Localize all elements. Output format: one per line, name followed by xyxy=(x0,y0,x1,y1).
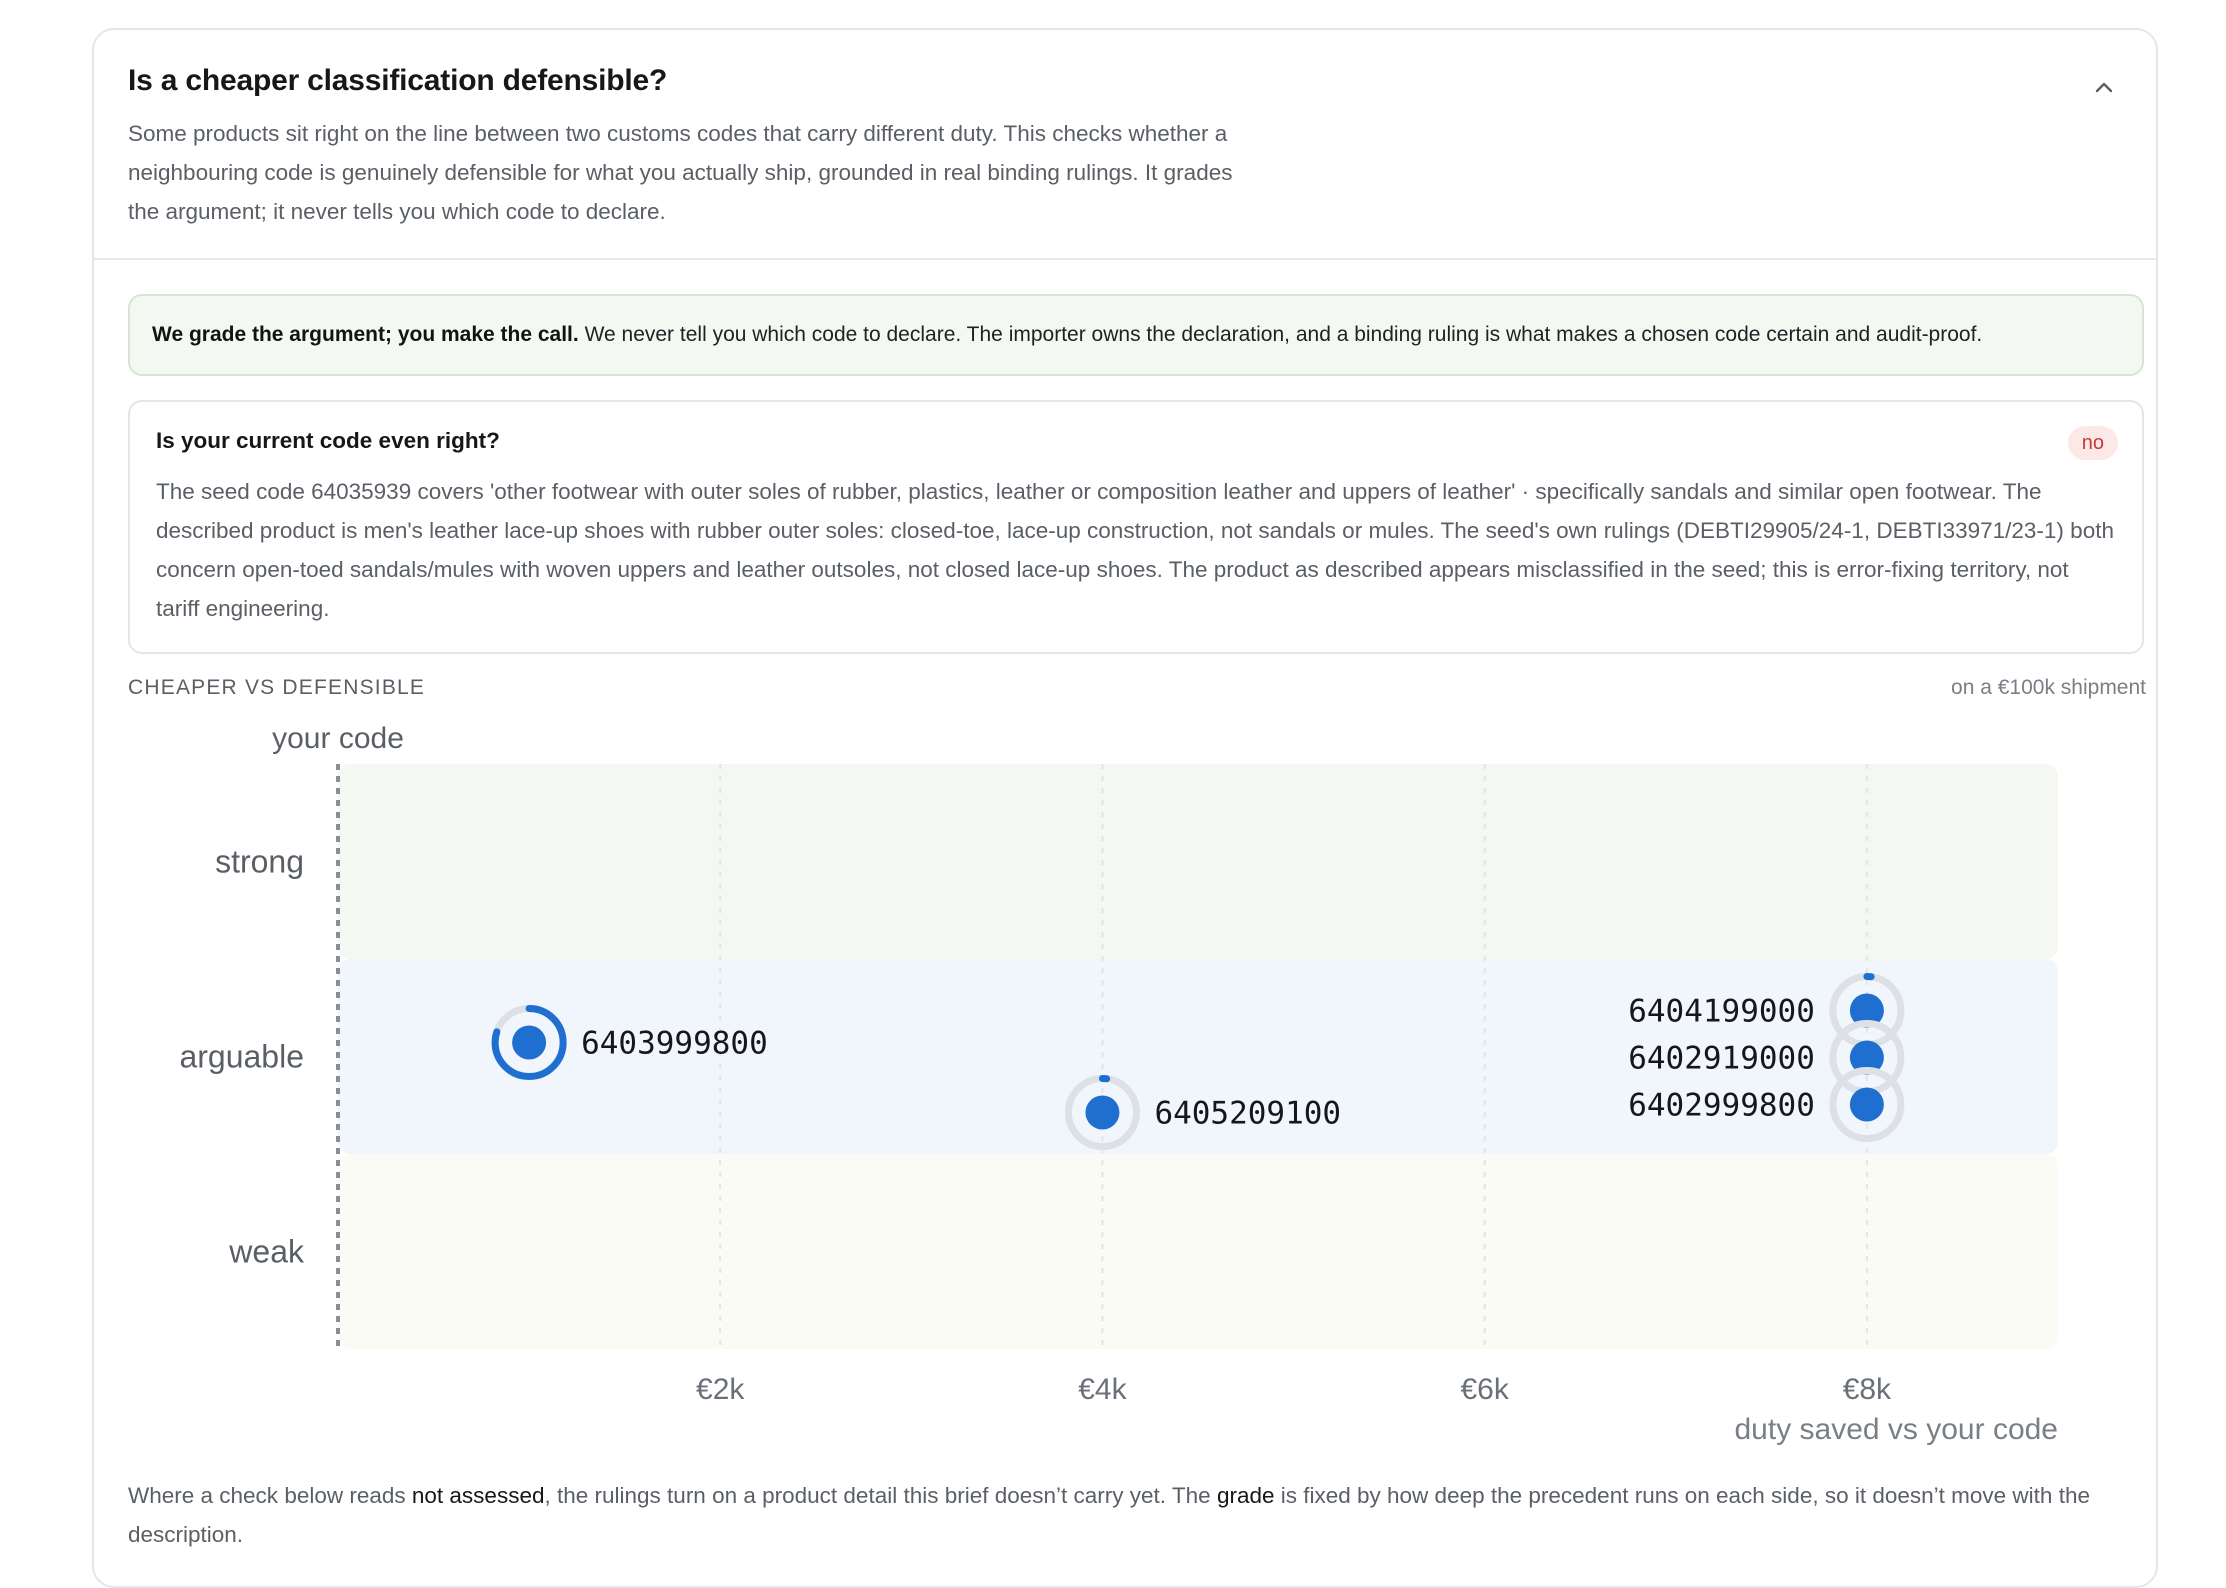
cheaper-vs-defensible-chart: strong arguable weak €2k €4k €6k €8k your code d… xyxy=(179,722,2058,1446)
verdict-title: Is your current code even right? xyxy=(156,428,500,453)
x-tick-label: €8k xyxy=(1843,1373,1892,1406)
point-label-6404199000: 6404199000 xyxy=(1628,994,1815,1030)
chart-section-label: CHEAPER VS DEFENSIBLE xyxy=(128,676,426,699)
x-axis-label: duty saved vs your code xyxy=(1734,1413,2058,1446)
chevron-up-icon[interactable] xyxy=(2086,70,2122,106)
footer-explanation: Where a check below reads not assessed, … xyxy=(128,1476,2128,1554)
footer-part-2: , the rulings turn on a product detail t… xyxy=(544,1483,1217,1508)
chart-section-note: on a €100k shipment xyxy=(1951,676,2146,699)
point-label-6405209100: 6405209100 xyxy=(1154,1096,1341,1132)
point-6405209100 xyxy=(1085,1095,1120,1130)
card-title: Is a cheaper classification defensible? xyxy=(128,64,668,97)
point-label-6402999800: 6402999800 xyxy=(1628,1088,1815,1124)
status-badge: no xyxy=(2067,426,2118,460)
notice-bold: We grade the argument; you make the call… xyxy=(152,323,579,346)
your-code-label: your code xyxy=(272,722,404,755)
current-code-verdict: Is your current code even right? no The … xyxy=(128,400,2144,654)
band-strong xyxy=(338,764,2058,959)
notice-text: We never tell you which code to declare.… xyxy=(578,323,1983,346)
band-label-arguable: arguable xyxy=(179,1039,304,1075)
card-header[interactable]: Is a cheaper classification defensible? … xyxy=(94,30,2156,260)
x-tick-label: €4k xyxy=(1078,1373,1127,1406)
band-label-strong: strong xyxy=(215,844,304,880)
point-6402999800 xyxy=(1849,1087,1884,1122)
verdict-body: The seed code 64035939 covers 'other foo… xyxy=(156,479,2114,621)
disclaimer-notice: We grade the argument; you make the call… xyxy=(128,294,2144,376)
footer-part-1: Where a check below reads xyxy=(128,1483,412,1508)
point-6403999800 xyxy=(512,1025,547,1060)
band-weak xyxy=(338,1154,2058,1349)
band-label-weak: weak xyxy=(228,1234,305,1270)
point-label-6403999800: 6403999800 xyxy=(581,1026,768,1062)
card-subtitle: Some products sit right on the line betw… xyxy=(128,121,1233,224)
footer-term-grade: grade xyxy=(1216,1483,1275,1508)
x-tick-label: €2k xyxy=(696,1373,745,1406)
footer-term-not-assessed: not assessed xyxy=(411,1483,545,1508)
point-label-6402919000: 6402919000 xyxy=(1628,1041,1815,1077)
x-tick-label: €6k xyxy=(1460,1373,1509,1406)
